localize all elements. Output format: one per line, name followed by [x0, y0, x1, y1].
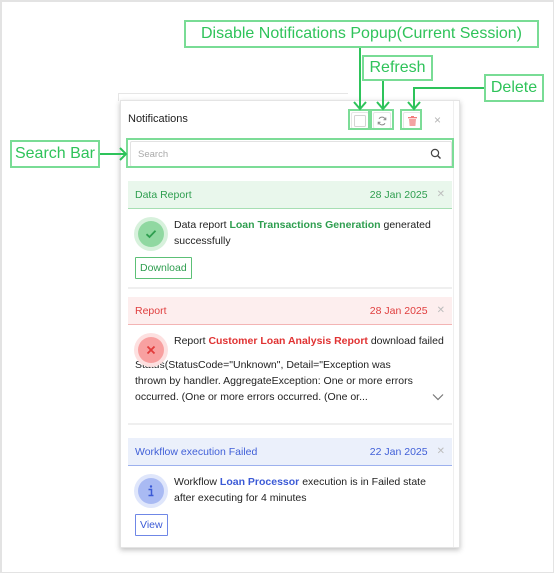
dismiss-notification-icon[interactable]: ✕ — [437, 305, 445, 316]
message-text: download failed — [367, 335, 444, 347]
notification-date: 22 Jan 2025 — [369, 445, 428, 458]
chevron-down-icon[interactable] — [432, 393, 444, 401]
notification-body: Report Customer Loan Analysis Report dow… — [128, 325, 452, 405]
status-icon-badge — [134, 217, 168, 251]
annotation-refresh: Refresh — [362, 55, 433, 81]
message-highlight-link[interactable]: Loan Transactions Generation — [229, 219, 380, 231]
status-icon-badge — [134, 333, 168, 367]
notification-header: Workflow execution Failed 22 Jan 2025 ✕ — [128, 438, 452, 466]
notification-date: 28 Jan 2025 — [369, 188, 428, 201]
notification-card-workflow-failed: Workflow execution Failed 22 Jan 2025 ✕ … — [128, 438, 452, 546]
error-detail-text: Status(StatusCode="Unknown", Detail="Exc… — [135, 359, 413, 403]
search-icon[interactable] — [430, 148, 442, 160]
disable-popup-checkbox[interactable] — [351, 112, 369, 129]
annotation-delete: Delete — [484, 74, 544, 102]
close-panel-icon[interactable]: × — [434, 113, 441, 127]
refresh-icon — [377, 116, 387, 126]
dismiss-notification-icon[interactable]: ✕ — [437, 189, 445, 200]
notification-date: 28 Jan 2025 — [369, 304, 428, 317]
status-icon-badge — [134, 474, 168, 508]
notifications-panel: Notifications × Data Report 28 Jan 2025 … — [120, 100, 460, 548]
message-highlight-link[interactable]: Customer Loan Analysis Report — [208, 335, 367, 347]
delete-button[interactable] — [403, 112, 421, 129]
message-highlight-link[interactable]: Loan Processor — [220, 476, 299, 488]
panel-title: Notifications — [128, 113, 188, 125]
annotation-disable-popup: Disable Notifications Popup(Current Sess… — [184, 20, 539, 48]
notification-category: Workflow execution Failed — [135, 445, 258, 458]
search-input[interactable] — [138, 148, 428, 160]
notification-category: Data Report — [135, 188, 192, 201]
notification-message: Workflow Loan Processor execution is in … — [174, 474, 445, 506]
check-icon — [145, 229, 157, 239]
x-icon — [146, 345, 156, 355]
message-text: Workflow — [174, 476, 220, 488]
trash-icon — [407, 115, 417, 126]
refresh-button[interactable] — [373, 112, 391, 129]
notification-card-report-error: Report 28 Jan 2025 ✕ Report Customer Loa… — [128, 297, 452, 425]
search-bar — [130, 141, 452, 167]
message-text: Data report — [174, 219, 230, 231]
notification-body: Workflow Loan Processor execution is in … — [128, 466, 452, 536]
notification-category: Report — [135, 304, 167, 317]
info-icon — [147, 485, 155, 497]
view-button[interactable]: View — [135, 514, 168, 536]
notification-card-data-report: Data Report 28 Jan 2025 ✕ Data report Lo… — [128, 181, 452, 289]
notification-header: Data Report 28 Jan 2025 ✕ — [128, 181, 452, 209]
checkbox-empty-icon — [354, 114, 366, 127]
notification-message: Report Customer Loan Analysis Report dow… — [174, 333, 445, 349]
notification-body: Data report Loan Transactions Generation… — [128, 209, 452, 279]
download-button[interactable]: Download — [135, 257, 192, 279]
scrollbar-track[interactable] — [453, 101, 454, 547]
message-text: Report — [174, 335, 209, 347]
annotation-search-bar: Search Bar — [10, 140, 100, 168]
notification-header: Report 28 Jan 2025 ✕ — [128, 297, 452, 325]
notification-message: Data report Loan Transactions Generation… — [174, 217, 445, 249]
dismiss-notification-icon[interactable]: ✕ — [437, 446, 445, 457]
